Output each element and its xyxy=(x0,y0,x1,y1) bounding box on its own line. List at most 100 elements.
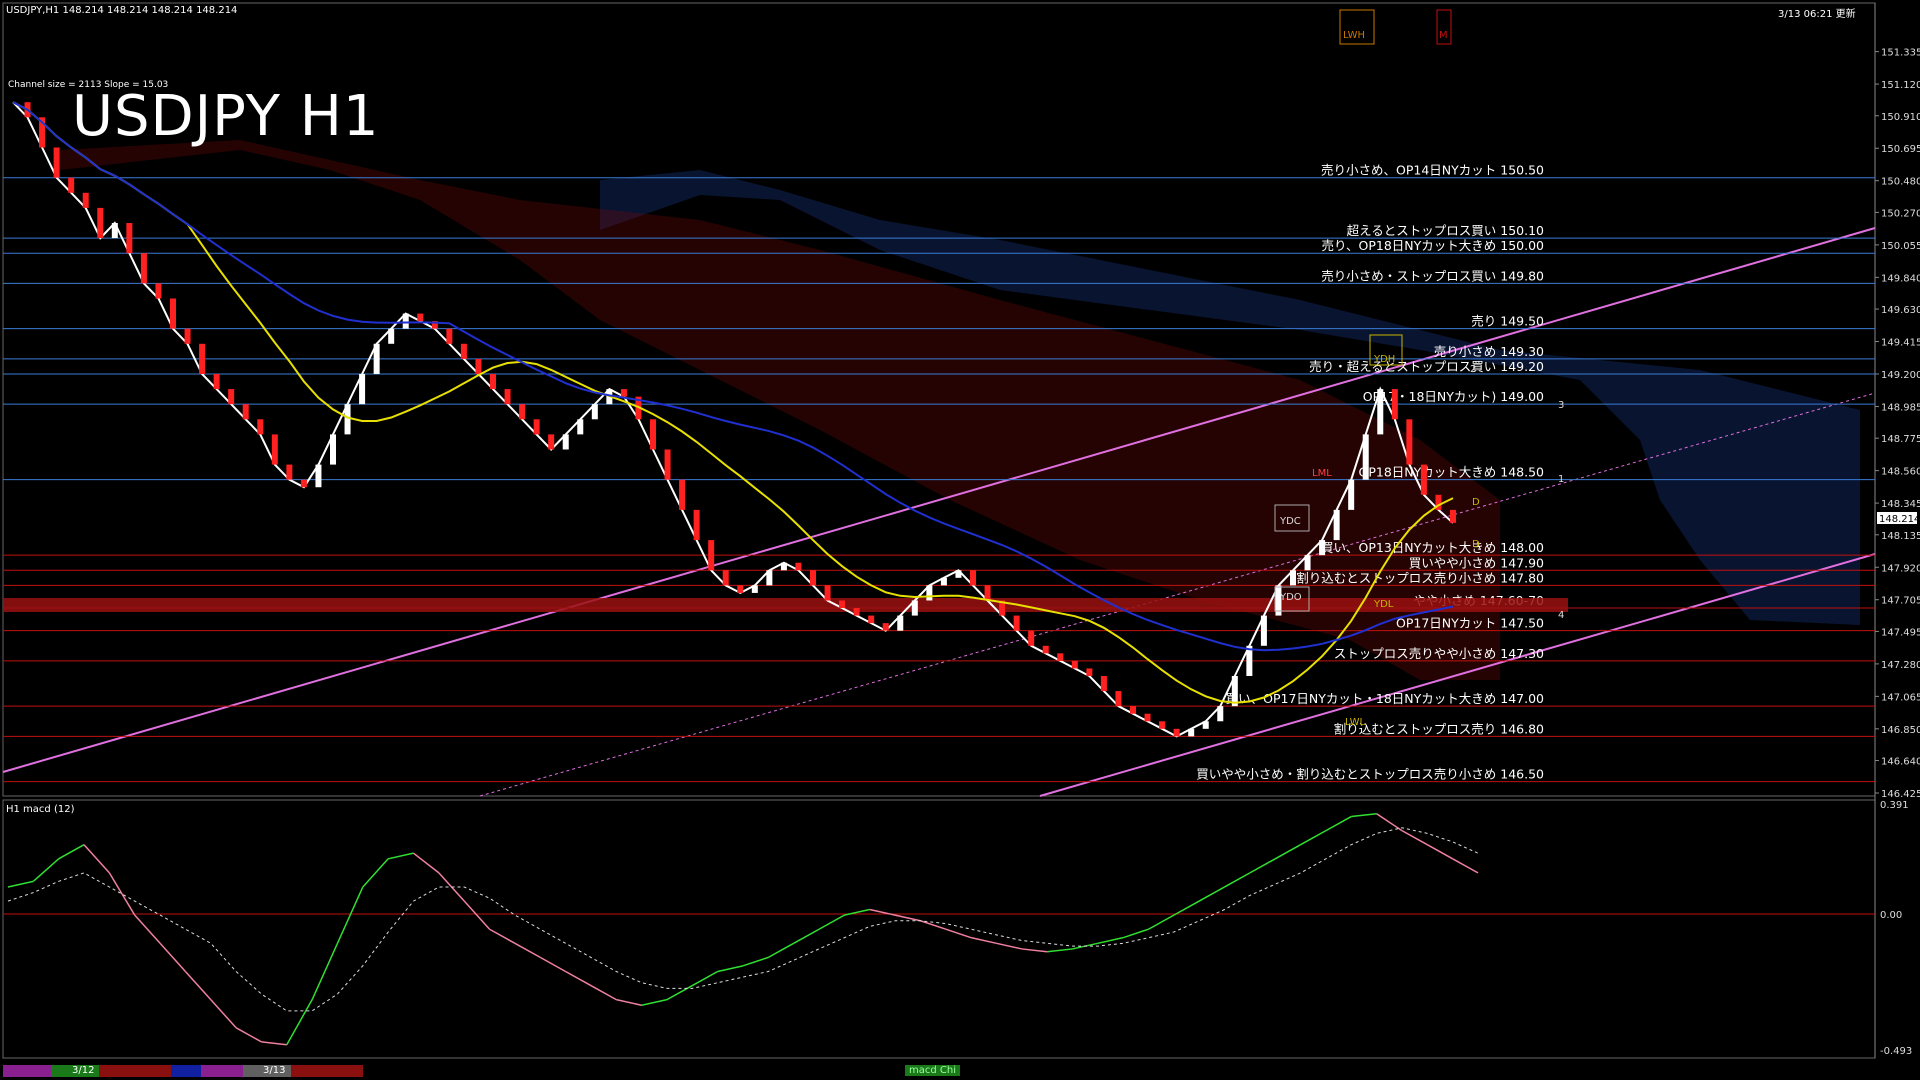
macd-segment xyxy=(819,915,844,929)
macd-segment xyxy=(312,943,337,999)
candle xyxy=(1101,676,1107,691)
candle xyxy=(417,314,423,322)
candle xyxy=(825,585,831,600)
tf-seg-blue xyxy=(171,1065,201,1077)
macd-segment xyxy=(616,1000,641,1006)
candle xyxy=(68,178,74,193)
macd-segment xyxy=(1098,938,1123,944)
macd-segment xyxy=(1225,873,1250,887)
candle xyxy=(810,570,816,585)
macd-segment xyxy=(1377,814,1402,831)
candle xyxy=(112,223,118,238)
timeline-bar: 3/12 3/13 macd Chi xyxy=(0,1062,1920,1080)
timeline-label-3-12: 3/12 xyxy=(72,1065,94,1076)
candle xyxy=(534,419,540,434)
candle xyxy=(170,298,176,328)
macd-segment xyxy=(515,943,540,957)
candle xyxy=(155,283,161,298)
price-tick-label: 147.280 xyxy=(1881,660,1920,671)
marker-num-3: 3 xyxy=(1558,400,1564,411)
price-tick-label: 146.850 xyxy=(1881,725,1920,736)
candle xyxy=(257,419,263,434)
macd-segment xyxy=(287,1000,312,1045)
macd-segment xyxy=(540,957,565,971)
macd-segment xyxy=(490,929,515,943)
price-tick-label: 149.200 xyxy=(1881,370,1920,381)
price-tick-label: 151.335 xyxy=(1881,48,1920,59)
macd-segment xyxy=(1047,949,1072,952)
chart-big-title: USDJPY H1 xyxy=(72,84,379,149)
candle xyxy=(359,374,365,404)
candle xyxy=(1115,691,1121,706)
marker-ydo: YDO xyxy=(1279,592,1302,603)
level-label: 割り込むとストップロス売り 146.80 xyxy=(1334,721,1544,736)
macd-segment xyxy=(1301,831,1326,845)
level-label: 売り・超えるとストップロス買い 149.20 xyxy=(1309,359,1544,374)
tf-seg-purple xyxy=(3,1065,51,1077)
level-label: 売り小さめ・ストップロス買い 149.80 xyxy=(1321,268,1544,283)
candle xyxy=(490,374,496,389)
current-price-label: 148.214 xyxy=(1879,514,1920,525)
tf-seg-red xyxy=(99,1065,171,1077)
price-tick-label: 150.910 xyxy=(1881,112,1920,123)
price-tick-label: 147.705 xyxy=(1881,596,1920,607)
marker-num-1: 1 xyxy=(1558,474,1564,485)
candle xyxy=(1348,480,1354,510)
candle xyxy=(330,434,336,464)
level-label: 買いやや小さめ・割り込むとストップロス売り小さめ 146.50 xyxy=(1196,767,1544,782)
candle xyxy=(315,465,321,488)
macd-segment xyxy=(1326,817,1351,831)
candle xyxy=(272,434,278,464)
price-tick-label: 150.695 xyxy=(1881,144,1920,155)
price-tick-label: 149.415 xyxy=(1881,338,1920,349)
candle xyxy=(374,344,380,374)
candle xyxy=(737,585,743,593)
candle xyxy=(475,359,481,374)
macd-segment xyxy=(261,1042,286,1045)
candle xyxy=(752,585,758,593)
macd-segment xyxy=(8,881,33,887)
candle xyxy=(126,223,132,253)
candle xyxy=(1057,653,1063,661)
candle xyxy=(1174,729,1180,737)
candle xyxy=(1014,616,1020,631)
macd-segment xyxy=(642,1000,667,1006)
candle xyxy=(1450,510,1456,523)
candle xyxy=(1130,706,1136,714)
candle xyxy=(795,563,801,571)
macd-segment xyxy=(718,966,743,972)
candle xyxy=(185,329,191,344)
candle xyxy=(301,480,307,488)
candle xyxy=(926,585,932,600)
macd-segment xyxy=(1174,901,1199,915)
macd-segment xyxy=(109,873,134,915)
candle xyxy=(1392,389,1398,419)
candle xyxy=(1028,631,1034,646)
price-tick-label: 151.120 xyxy=(1881,80,1920,91)
chart-canvas: 売り小さめ、OP14日NYカット 150.50 超えるとストップロス買い 150.… xyxy=(0,0,1920,1080)
candle xyxy=(1406,419,1412,464)
macd-segment xyxy=(185,971,210,999)
level-label: ストップロス売りやや小さめ 147.30 xyxy=(1334,646,1544,661)
macd-segment xyxy=(33,859,58,882)
macd-panel-label: H1 macd (12) xyxy=(6,804,75,815)
candle xyxy=(563,434,569,449)
level-label: 売り、OP18日NYカット大きめ 150.00 xyxy=(1322,238,1545,253)
level-label: 超えるとストップロス買い 150.10 xyxy=(1347,223,1544,238)
level-label: 売り小さめ、OP14日NYカット 150.50 xyxy=(1321,163,1544,178)
macd-segment xyxy=(160,943,185,971)
timeline-label-3-13: 3/13 xyxy=(263,1065,285,1076)
update-time: 3/13 06:21 更新 xyxy=(1778,5,1856,20)
candle xyxy=(461,344,467,359)
candle xyxy=(1217,706,1223,721)
marker-d2: D xyxy=(1472,539,1480,550)
candle xyxy=(985,585,991,600)
candle xyxy=(519,404,525,419)
level-label: 割り込むとストップロス売り小さめ 147.80 xyxy=(1296,570,1544,585)
candle xyxy=(54,147,60,177)
level-label: OP18日NYカット大きめ 148.50 xyxy=(1359,465,1545,480)
candle xyxy=(839,600,845,608)
price-tick-label: 146.425 xyxy=(1881,789,1920,800)
candle xyxy=(1421,465,1427,495)
candle xyxy=(1363,434,1369,479)
